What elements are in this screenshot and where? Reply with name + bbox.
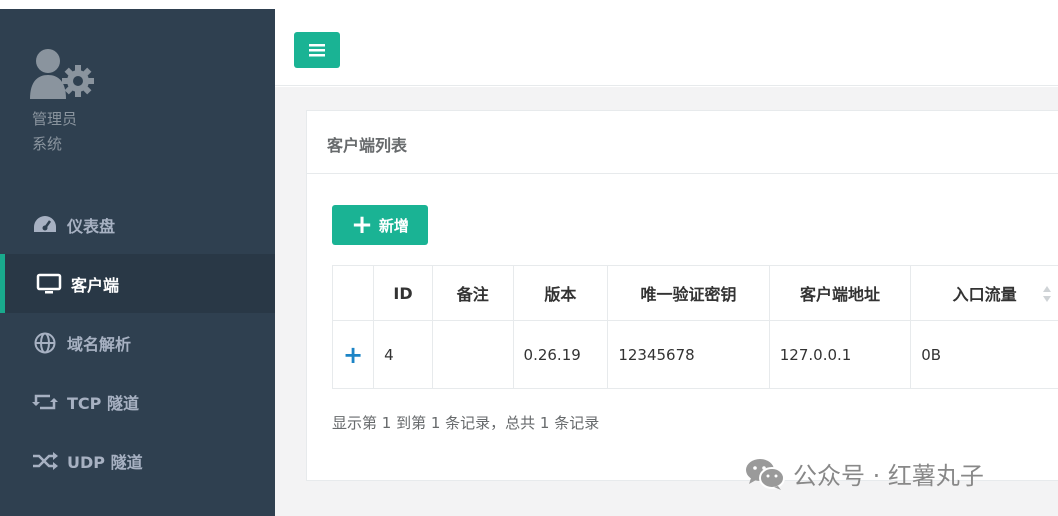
sidebar-item-label: 客户端 — [71, 275, 120, 295]
expand-column-header — [331, 265, 375, 321]
menu-toggle-button[interactable] — [294, 32, 340, 68]
expand-plus-icon[interactable]: + — [343, 341, 363, 369]
cell-inflow: 0B — [910, 320, 1058, 389]
client-table: ID 备注 版本 唯一验证密钥 客户端地址 入口流量 + 4 0.26.19 1… — [331, 265, 1058, 389]
main-content: 客户端列表 + 新增 ID 备注 版本 唯一验证密钥 客户端地址 入口流量 + … — [275, 87, 1058, 516]
column-header-version[interactable]: 版本 — [512, 265, 609, 321]
expand-row-cell[interactable]: + — [331, 320, 375, 389]
column-header-key[interactable]: 唯一验证密钥 — [607, 265, 770, 321]
cell-address: 127.0.0.1 — [768, 320, 912, 389]
column-header-id[interactable]: ID — [373, 265, 433, 321]
sidebar-item-label: 仪表盘 — [67, 216, 116, 236]
globe-icon — [32, 330, 58, 356]
plus-icon: + — [351, 210, 373, 240]
dashboard-icon — [32, 212, 58, 238]
table-row: + 4 0.26.19 12345678 127.0.0.1 0B — [331, 320, 1058, 389]
cell-version: 0.26.19 — [512, 320, 609, 389]
column-header-address[interactable]: 客户端地址 — [768, 265, 912, 321]
column-header-inflow[interactable]: 入口流量 — [910, 265, 1058, 321]
hamburger-icon — [309, 44, 325, 57]
sidebar-item-label: 域名解析 — [67, 334, 132, 354]
pagination-info: 显示第 1 到第 1 条记录，总共 1 条记录 — [332, 414, 600, 432]
user-role: 管理员 — [32, 110, 78, 128]
sidebar-item-clients[interactable]: 客户端 — [0, 254, 275, 313]
sidebar-item-dashboard[interactable]: 仪表盘 — [0, 195, 275, 254]
sidebar-nav: 仪表盘 客户端 域名解析 TCP 隧道 UDP 隧道 — [0, 195, 275, 490]
table-header-row: ID 备注 版本 唯一验证密钥 客户端地址 入口流量 — [331, 265, 1058, 321]
sidebar-item-udp[interactable]: UDP 隧道 — [0, 431, 275, 490]
sidebar-item-domain[interactable]: 域名解析 — [0, 313, 275, 372]
column-header-note[interactable]: 备注 — [431, 265, 514, 321]
wechat-icon — [746, 458, 785, 490]
user-dept: 系统 — [32, 135, 63, 153]
sidebar-item-label: TCP 隧道 — [67, 393, 139, 413]
cell-id: 4 — [373, 320, 433, 389]
add-button-label: 新增 — [378, 216, 409, 235]
panel-title: 客户端列表 — [327, 136, 408, 155]
divider — [307, 173, 1058, 174]
client-list-panel: 客户端列表 + 新增 ID 备注 版本 唯一验证密钥 客户端地址 入口流量 + … — [306, 110, 1058, 481]
sidebar-item-label: UDP 隧道 — [67, 452, 143, 472]
add-client-button[interactable]: + 新增 — [332, 205, 428, 245]
cell-note — [431, 320, 514, 389]
sort-icon[interactable] — [1042, 284, 1052, 304]
column-header-inflow-label: 入口流量 — [952, 285, 1017, 304]
random-icon — [32, 448, 58, 474]
retweet-icon — [32, 389, 58, 415]
watermark-text: 公众号 · 红薯丸子 — [793, 462, 984, 490]
cell-key: 12345678 — [607, 320, 770, 389]
user-gear-icon — [30, 49, 94, 99]
top-navbar — [275, 0, 1058, 86]
monitor-icon — [36, 271, 62, 297]
sidebar: 管理员 系统 仪表盘 客户端 域名解析 TCP 隧道 UDP 隧道 — [0, 9, 275, 516]
sidebar-item-tcp[interactable]: TCP 隧道 — [0, 372, 275, 431]
watermark: 公众号 · 红薯丸子 — [745, 456, 984, 491]
